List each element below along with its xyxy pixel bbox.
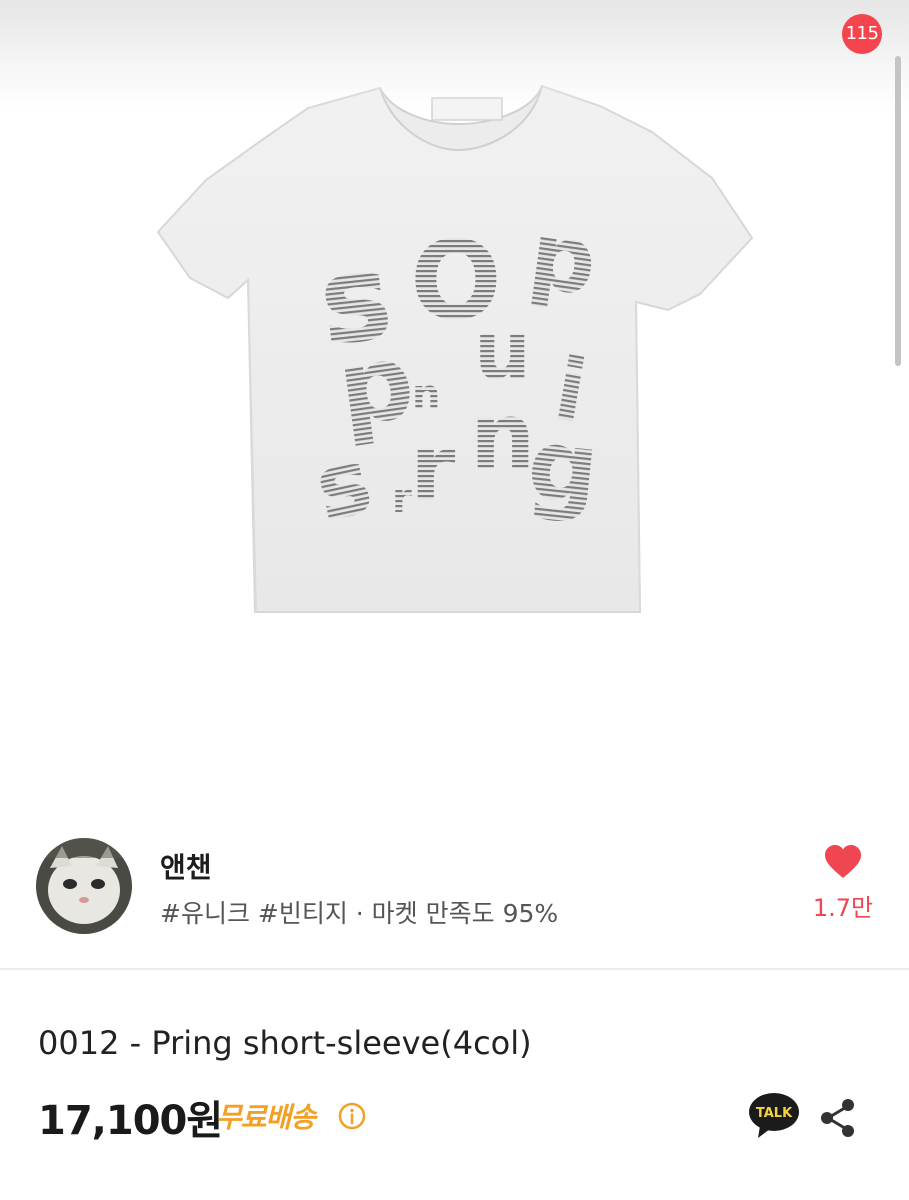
print-letter: r xyxy=(392,476,412,522)
heart-icon xyxy=(825,845,861,878)
talk-icon: TALK xyxy=(749,1093,799,1138)
print-letter: n xyxy=(470,383,536,490)
tshirt-photo: s O u p p r n i s r n g xyxy=(156,84,754,613)
talk-label: TALK xyxy=(756,1106,793,1121)
print-letter: r xyxy=(410,415,456,522)
share-icon xyxy=(821,1099,854,1137)
like-button[interactable]: 1.7만 xyxy=(800,844,886,934)
free-shipping-label: 무료배송 xyxy=(216,1101,316,1134)
kakao-talk-button[interactable]: TALK xyxy=(748,1092,800,1140)
print-letter: g xyxy=(523,407,605,528)
product-title: 0012 - Pring short-sleeve(4col) xyxy=(38,1024,532,1062)
seller-section[interactable]: 앤챈 #유니크 #빈티지 · 마켓 만족도 95% 1.7만 xyxy=(0,820,909,968)
share-button[interactable] xyxy=(816,1096,860,1140)
info-icon xyxy=(338,1102,366,1130)
scrollbar[interactable] xyxy=(895,56,901,366)
seller-name[interactable]: 앤챈 xyxy=(160,846,212,886)
product-image[interactable]: s O u p p r n i s r n g xyxy=(0,0,909,800)
avatar[interactable] xyxy=(36,838,132,934)
divider xyxy=(0,968,909,970)
shipping-info-button[interactable] xyxy=(338,1102,366,1130)
product-detail-page: s O u p p r n i s r n g 115 앤챈 #유니크 #빈티지… xyxy=(0,0,909,1200)
print-letter: n xyxy=(412,372,440,418)
cart-count-badge: 115 xyxy=(842,14,882,54)
top-navigation-bar xyxy=(0,0,909,110)
like-count: 1.7만 xyxy=(812,894,874,922)
seller-avatar-image xyxy=(36,838,132,934)
seller-tags: #유니크 #빈티지 · 마켓 만족도 95% xyxy=(160,899,559,928)
product-price: 17,100원 xyxy=(38,1098,223,1144)
